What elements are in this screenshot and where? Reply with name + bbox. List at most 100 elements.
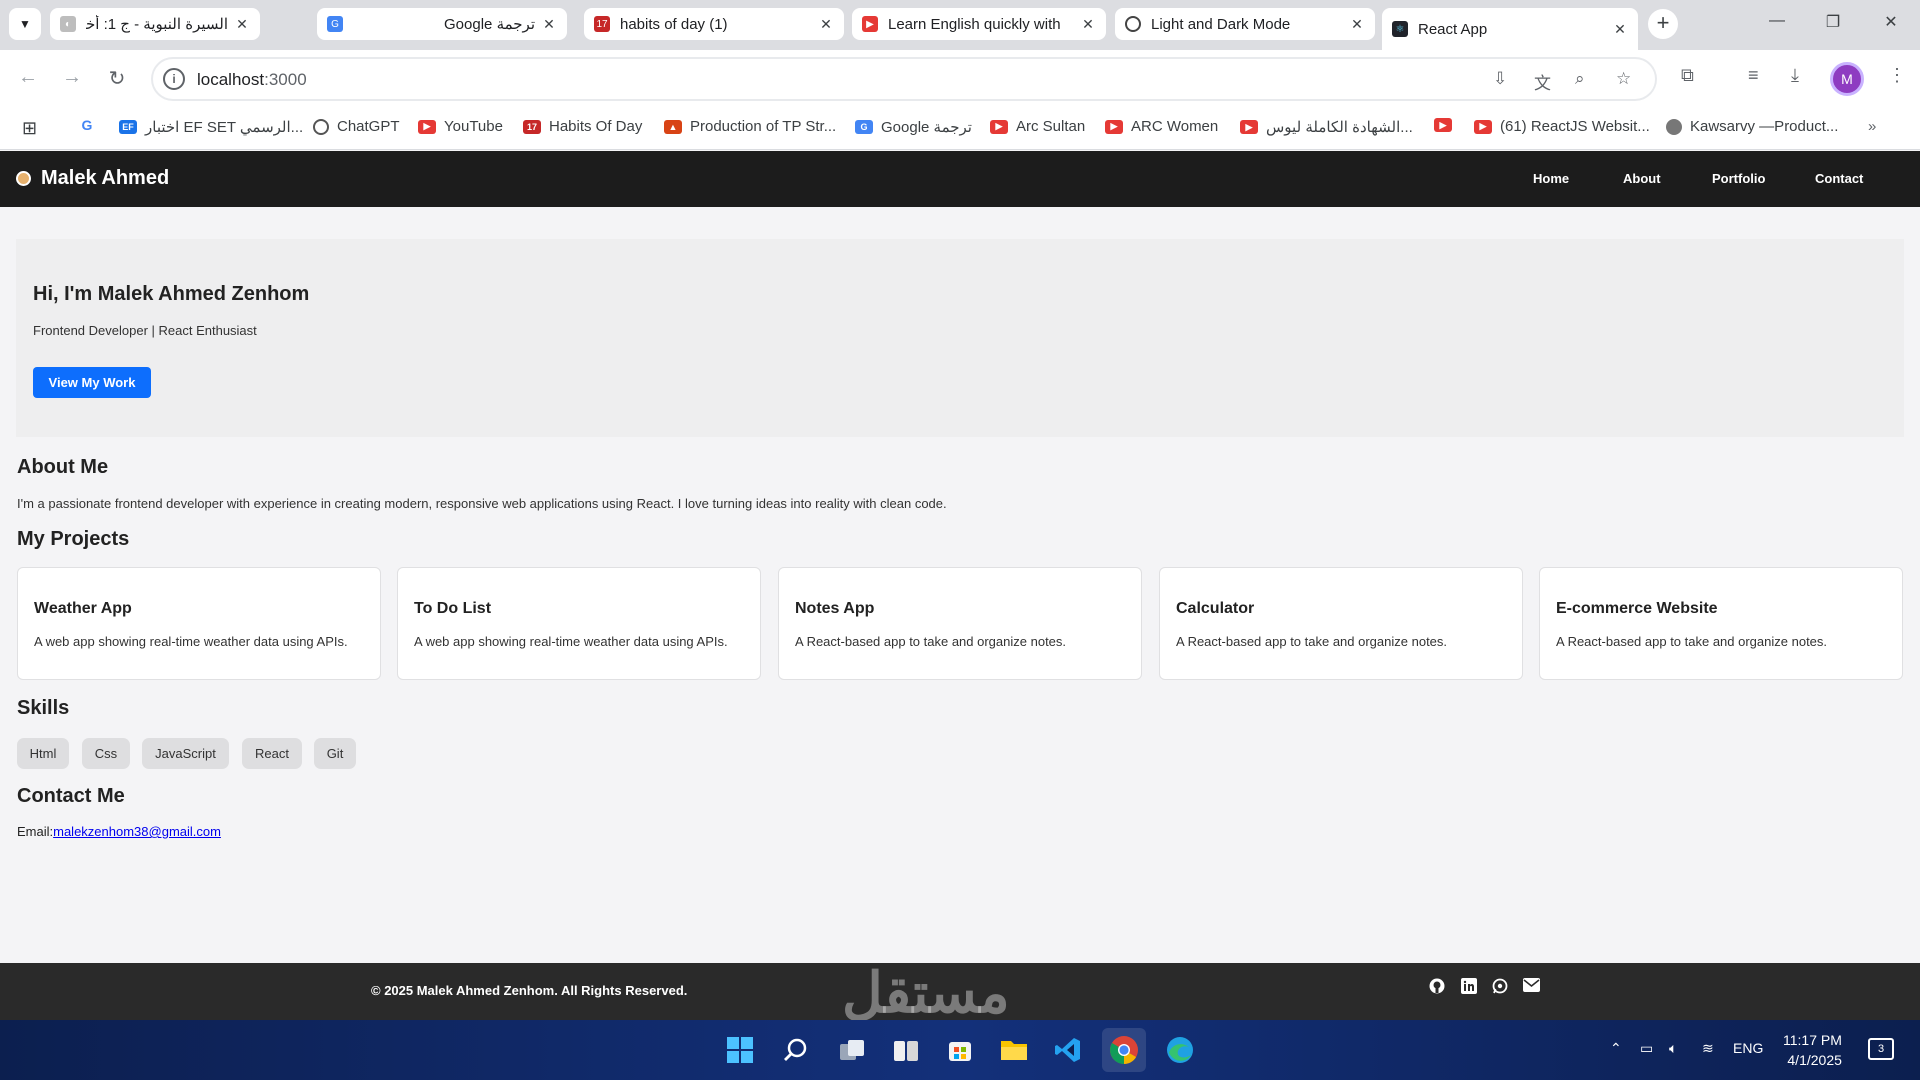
nav-about[interactable]: About: [1623, 171, 1661, 186]
bookmark-label: ChatGPT: [337, 118, 400, 135]
email-link[interactable]: malekzenhom38@gmail.com: [53, 824, 221, 839]
site-info-icon[interactable]: i: [163, 68, 185, 90]
vscode-icon[interactable]: [1052, 1034, 1084, 1066]
chrome-icon[interactable]: [1102, 1028, 1146, 1072]
bookmark-arc-sultan[interactable]: ▶ Arc Sultan: [990, 118, 1085, 135]
project-name: To Do List: [414, 600, 492, 617]
nav-portfolio[interactable]: Portfolio: [1712, 171, 1765, 186]
address-bar[interactable]: i localhost:3000 ⇩ 文 ⌕ ☆: [152, 58, 1656, 100]
tab-title: Google ترجمة: [444, 16, 535, 33]
linkedin-icon[interactable]: [1460, 978, 1478, 996]
close-icon[interactable]: ✕: [541, 16, 557, 33]
reload-button[interactable]: ↻: [103, 66, 131, 91]
bookmark-youtube-2[interactable]: ▶: [1434, 118, 1460, 132]
hero-subtitle: Frontend Developer | React Enthusiast: [33, 323, 257, 338]
tab-search-button[interactable]: ▼: [9, 8, 41, 40]
hero-section: Hi, I'm Malek Ahmed Zenhom Frontend Deve…: [16, 239, 1904, 437]
bookmark-label: (61) ReactJS Websit...: [1500, 118, 1650, 135]
volume-icon[interactable]: 🔈︎: [1669, 1040, 1677, 1057]
profile-avatar[interactable]: M: [1830, 62, 1864, 96]
install-app-icon[interactable]: ⇩: [1493, 69, 1507, 89]
apps-icon[interactable]: ⊞: [22, 118, 37, 139]
google-translate-icon: G: [855, 120, 873, 134]
restore-button[interactable]: ❐: [1818, 12, 1848, 32]
battery-icon[interactable]: ▭: [1640, 1040, 1653, 1057]
bookmark-label: Production of TP Str...: [690, 118, 837, 135]
bookmark-google-translate[interactable]: G Google ترجمة: [855, 118, 972, 136]
language-indicator[interactable]: ENG: [1733, 1040, 1763, 1056]
notification-center-icon[interactable]: 3: [1868, 1038, 1894, 1060]
whatsapp-icon[interactable]: [1491, 978, 1509, 996]
show-hidden-icons-icon[interactable]: ⌃: [1610, 1040, 1622, 1057]
tab-title: Light and Dark Mode: [1151, 15, 1291, 33]
view-my-work-button[interactable]: View My Work: [33, 367, 151, 398]
nav-home[interactable]: Home: [1533, 171, 1569, 186]
close-icon[interactable]: ✕: [818, 16, 834, 33]
project-card[interactable]: To Do List A web app showing real-time w…: [397, 567, 761, 680]
translate-icon[interactable]: 文: [1534, 69, 1551, 94]
file-explorer-icon[interactable]: [998, 1034, 1030, 1066]
bookmark-kawsarvy[interactable]: Kawsarvy —Product...: [1666, 118, 1838, 135]
bookmark-star-icon[interactable]: ☆: [1616, 69, 1631, 89]
menu-icon[interactable]: ⋮: [1888, 65, 1906, 86]
wifi-icon[interactable]: ≋: [1702, 1040, 1714, 1057]
project-card[interactable]: Calculator A React-based app to take and…: [1159, 567, 1523, 680]
forward-button[interactable]: →: [58, 66, 86, 89]
bookmark-ef-set[interactable]: EF اختبار EF SET الرسمي...: [119, 118, 303, 136]
more-bookmarks-icon[interactable]: »: [1868, 118, 1876, 135]
chevron-down-icon: ▼: [19, 17, 31, 31]
close-window-button[interactable]: ✕: [1876, 12, 1906, 32]
back-button[interactable]: ←: [14, 66, 42, 89]
bookmark-google[interactable]: G: [78, 117, 104, 133]
browser-tab[interactable]: Light and Dark Mode ✕: [1115, 8, 1375, 40]
project-desc: A React-based app to take and organize n…: [795, 634, 1067, 649]
windows-start-icon[interactable]: [724, 1034, 756, 1066]
close-icon[interactable]: ✕: [1080, 16, 1096, 33]
search-icon[interactable]: [780, 1034, 812, 1066]
close-icon[interactable]: ✕: [234, 16, 250, 33]
projects-title: My Projects: [17, 528, 130, 550]
bookmarks-bar: ⊞ G EF اختبار EF SET الرسمي... ChatGPT ▶ Y…: [0, 108, 1920, 150]
tab-title: السيرة النبوية - ج 1: أخبار الع: [86, 16, 228, 33]
about-title: About Me: [17, 456, 109, 478]
project-card[interactable]: Weather App A web app showing real-time …: [17, 567, 381, 680]
nav-contact[interactable]: Contact: [1815, 171, 1863, 186]
widgets-icon[interactable]: [890, 1034, 922, 1066]
bookmark-production[interactable]: ▲ Production of TP Str...: [664, 118, 836, 135]
bookmark-reactjs[interactable]: ▶ (61) ReactJS Websit...: [1474, 118, 1650, 135]
minimize-button[interactable]: —: [1762, 12, 1792, 30]
close-icon[interactable]: ✕: [1612, 21, 1628, 38]
microsoft-store-icon[interactable]: [944, 1034, 976, 1066]
project-card[interactable]: E-commerce Website A React-based app to …: [1539, 567, 1903, 680]
system-clock[interactable]: 11:17 PM 4/1/2025: [1783, 1030, 1842, 1070]
bookmark-arabic-video[interactable]: ▶ الشهادة الكاملة ليوس...: [1240, 118, 1413, 136]
edge-icon[interactable]: [1164, 1034, 1196, 1066]
site-brand[interactable]: Malek Ahmed: [16, 167, 169, 190]
browser-tab[interactable]: 17 habits of day (1) ✕: [584, 8, 844, 40]
new-tab-button[interactable]: +: [1648, 9, 1678, 39]
extensions-icon[interactable]: ⧉: [1681, 65, 1694, 86]
browser-tab[interactable]: ◐ السيرة النبوية - ج 1: أخبار الع ✕: [50, 8, 260, 40]
bookmark-arc-women[interactable]: ▶ ARC Women: [1105, 118, 1218, 135]
youtube-icon: ▶: [1240, 120, 1258, 134]
task-view-icon[interactable]: [836, 1034, 868, 1066]
github-icon[interactable]: [1428, 978, 1446, 996]
bookmark-label: YouTube: [444, 118, 503, 135]
skills-title: Skills: [17, 697, 70, 719]
bookmark-habits[interactable]: 17 Habits Of Day: [523, 118, 642, 135]
clock-time: 11:17 PM: [1783, 1032, 1842, 1048]
media-control-icon[interactable]: ≡: [1748, 65, 1759, 86]
browser-tab-active[interactable]: ⚛ React App ✕: [1382, 8, 1638, 50]
zoom-icon[interactable]: ⌕: [1575, 69, 1585, 89]
close-icon[interactable]: ✕: [1349, 16, 1365, 33]
skill-badge: Git: [314, 738, 356, 769]
project-card[interactable]: Notes App A React-based app to take and …: [778, 567, 1142, 680]
bookmark-youtube[interactable]: ▶ YouTube: [418, 118, 503, 135]
download-icon[interactable]: ⤓: [1791, 65, 1799, 86]
bookmark-chatgpt[interactable]: ChatGPT: [313, 118, 400, 135]
browser-tab[interactable]: G Google ترجمة ✕: [317, 8, 567, 40]
project-name: Calculator: [1176, 600, 1255, 617]
browser-tab[interactable]: ▶ Learn English quickly with ✕: [852, 8, 1106, 40]
url-text[interactable]: localhost:3000: [197, 70, 307, 90]
mail-icon[interactable]: [1522, 978, 1540, 996]
